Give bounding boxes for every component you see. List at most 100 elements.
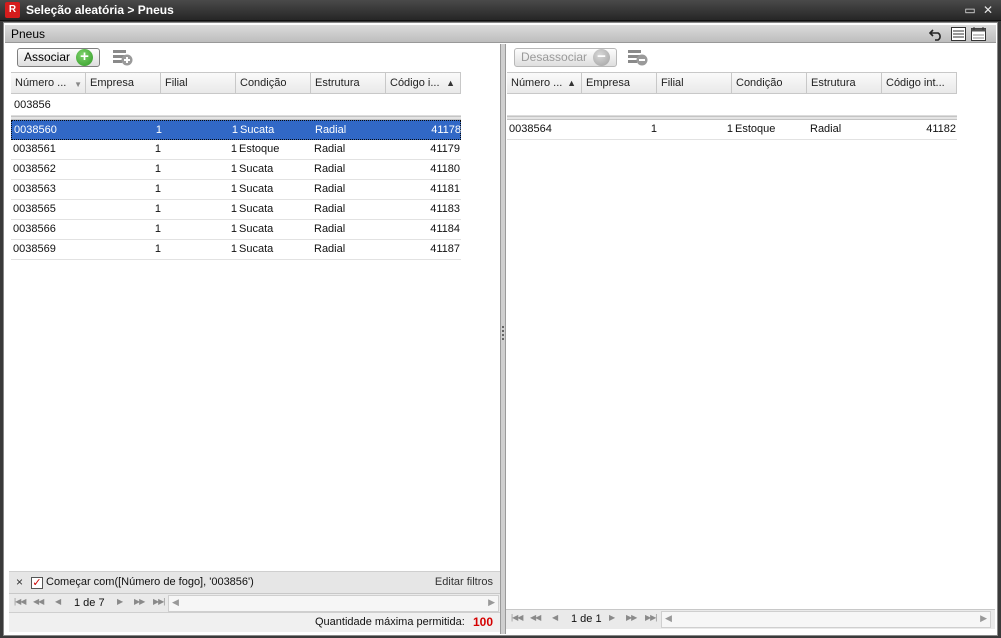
page-indicator: 1 de 1	[571, 613, 602, 625]
left-grid-header: Número ... ▼ Empresa Filial Condição Estr…	[11, 72, 461, 94]
cell-filial: 1	[230, 223, 237, 235]
associate-button[interactable]: Associar +	[17, 48, 101, 67]
cell-filial: 1	[230, 183, 237, 195]
associate-all-icon[interactable]	[113, 49, 133, 67]
table-row[interactable]: 0038569 1 1 Sucata Radial 41187	[11, 240, 461, 260]
cell-codigo: 41183	[430, 203, 460, 215]
column-header-numero[interactable]: Número ... ▼	[11, 73, 86, 94]
table-row[interactable]: 0038563 1 1 Sucata Radial 41181	[11, 180, 461, 200]
scroll-right-icon[interactable]: ▶	[980, 613, 987, 624]
table-row[interactable]: 0038565 1 1 Sucata Radial 41183	[11, 200, 461, 220]
cell-filial: 1	[230, 203, 237, 215]
cell-estrutura: Radial	[314, 223, 346, 235]
cell-empresa: 1	[154, 203, 161, 215]
filter-icon[interactable]: ▼	[74, 75, 82, 94]
splitter-grip-icon[interactable]	[502, 326, 504, 340]
scroll-right-icon[interactable]: ▶	[488, 597, 495, 608]
clear-filter-icon[interactable]: ×	[16, 575, 23, 589]
prev-page-icon[interactable]: ◀	[55, 597, 61, 606]
prev-page-icon[interactable]: ◀	[552, 613, 558, 622]
cell-empresa: 1	[154, 223, 161, 235]
cell-estrutura: Radial	[315, 124, 347, 136]
cell-estrutura: Radial	[314, 183, 346, 195]
column-header-empresa[interactable]: Empresa	[86, 73, 161, 94]
cell-empresa: 1	[650, 123, 657, 135]
associate-label: Associar	[24, 50, 71, 64]
prev-page-set-icon[interactable]: ◀◀	[33, 597, 44, 606]
available-tires-pane: Associar + Número ... ▼ Empresa Filial Co…	[9, 44, 500, 612]
max-quantity-value: 100	[473, 615, 494, 629]
column-label: Código int...	[886, 77, 945, 89]
cell-empresa: 1	[154, 163, 161, 175]
cell-filial: 1	[230, 243, 237, 255]
scroll-left-icon[interactable]: ◀	[172, 597, 179, 608]
restore-button[interactable]: ▭	[962, 2, 978, 18]
column-header-empresa[interactable]: Empresa	[582, 73, 657, 94]
calendar-view-icon[interactable]	[971, 27, 986, 41]
cell-codigo: 41181	[430, 183, 460, 195]
disassociate-label: Desassociar	[521, 50, 588, 64]
cell-codigo: 41187	[430, 243, 460, 255]
table-row[interactable]: 0038561 1 1 Estoque Radial 41179	[11, 140, 461, 160]
cell-condicao: Estoque	[735, 123, 776, 135]
add-circle-icon: +	[76, 49, 94, 66]
cell-numero: 0038566	[13, 223, 56, 235]
scroll-left-icon[interactable]: ◀	[665, 613, 672, 624]
next-page-icon[interactable]: ▶	[609, 613, 615, 622]
first-page-icon[interactable]: |◀◀	[511, 613, 523, 622]
disassociate-all-icon[interactable]	[628, 49, 648, 67]
cell-condicao: Sucata	[239, 243, 274, 255]
cell-estrutura: Radial	[314, 163, 346, 175]
cell-numero: 0038560	[14, 124, 57, 136]
close-button[interactable]: ✕	[980, 2, 996, 18]
left-horizontal-scrollbar[interactable]: ◀ ▶	[168, 595, 499, 612]
table-row[interactable]: 0038562 1 1 Sucata Radial 41180	[11, 160, 461, 180]
cell-estrutura: Radial	[314, 243, 346, 255]
prev-page-set-icon[interactable]: ◀◀	[530, 613, 541, 622]
last-page-icon[interactable]: ▶▶|	[153, 597, 165, 606]
column-header-estrutura[interactable]: Estrutura	[807, 73, 882, 94]
right-pager: |◀◀ ◀◀ ◀ 1 de 1 ▶ ▶▶ ▶▶| ◀ ▶	[506, 609, 995, 629]
next-page-set-icon[interactable]: ▶▶	[134, 597, 145, 606]
filter-input-numero[interactable]: 003856	[14, 99, 51, 111]
edit-filters-link[interactable]: Editar filtros	[435, 576, 493, 588]
column-label: Estrutura	[811, 77, 856, 89]
column-header-condicao[interactable]: Condição	[236, 73, 311, 94]
column-header-condicao[interactable]: Condição	[732, 73, 807, 94]
column-header-filial[interactable]: Filial	[657, 73, 732, 94]
remove-circle-icon: −	[593, 49, 611, 66]
cell-estrutura: Radial	[810, 123, 842, 135]
cell-condicao: Sucata	[239, 203, 274, 215]
table-row[interactable]: 0038560 1 1 Sucata Radial 41178	[11, 120, 461, 140]
column-header-filial[interactable]: Filial	[161, 73, 236, 94]
panel-header: Pneus	[5, 25, 996, 43]
next-page-icon[interactable]: ▶	[117, 597, 123, 606]
sort-ascending-icon: ▲	[567, 78, 576, 88]
column-header-codigo[interactable]: Código int...	[882, 73, 957, 94]
disassociate-button[interactable]: Desassociar −	[514, 48, 618, 67]
undo-icon[interactable]	[929, 27, 944, 41]
filter-bar: × ✓ Começar com([Número de fogo], '00385…	[9, 571, 500, 593]
list-view-icon[interactable]	[951, 27, 966, 41]
last-page-icon[interactable]: ▶▶|	[645, 613, 657, 622]
table-row[interactable]: 0038564 1 1 Estoque Radial 41182	[507, 120, 957, 140]
next-page-set-icon[interactable]: ▶▶	[626, 613, 637, 622]
cell-filial: 1	[230, 143, 237, 155]
app-logo-icon: R	[5, 2, 20, 18]
page-indicator: 1 de 7	[74, 597, 105, 609]
right-grid-header: Número ... ▲ Empresa Filial Condição Estr…	[507, 72, 957, 94]
table-row[interactable]: 0038566 1 1 Sucata Radial 41184	[11, 220, 461, 240]
column-header-codigo[interactable]: Código i... ▲	[386, 73, 461, 94]
auto-filter-row[interactable]: 003856	[11, 94, 461, 116]
max-quantity-label: Quantidade máxima permitida:	[315, 616, 465, 628]
column-label: Empresa	[90, 77, 135, 89]
cell-codigo: 41180	[430, 163, 460, 175]
first-page-icon[interactable]: |◀◀	[14, 597, 26, 606]
column-header-numero[interactable]: Número ... ▲	[507, 73, 582, 94]
filter-enabled-checkbox[interactable]: ✓	[31, 577, 43, 589]
column-header-estrutura[interactable]: Estrutura	[311, 73, 386, 94]
left-pager: |◀◀ ◀◀ ◀ 1 de 7 ▶ ▶▶ ▶▶| ◀ ▶	[9, 593, 500, 613]
right-auto-filter-row[interactable]	[507, 94, 957, 116]
cell-numero: 0038562	[13, 163, 56, 175]
right-horizontal-scrollbar[interactable]: ◀ ▶	[661, 611, 991, 628]
